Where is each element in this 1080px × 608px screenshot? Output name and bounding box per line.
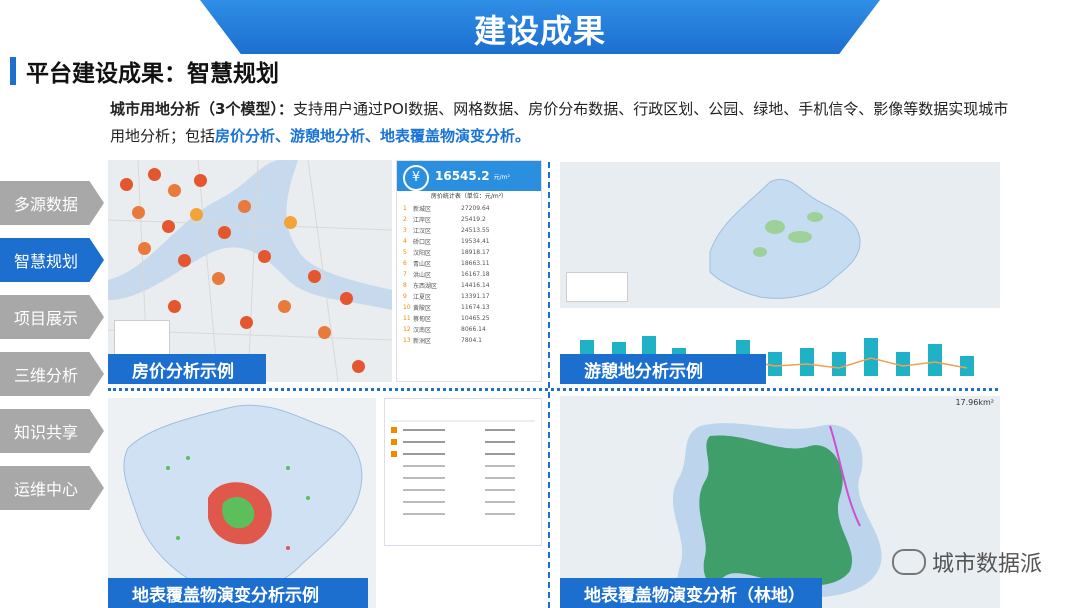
price-dot	[308, 270, 321, 283]
price-dot	[318, 326, 331, 339]
section-accent-bar	[10, 57, 16, 85]
sidebar-item-3d-analysis[interactable]: 三维分析	[0, 352, 104, 396]
table-row: 9 江夏区 13391.17	[403, 293, 490, 301]
table-row: 7 洪山区 16167.18	[403, 271, 490, 279]
sidebar-item-ops-center[interactable]: 运维中心	[0, 466, 104, 510]
sidebar-item-smart-planning[interactable]: 智慧规划	[0, 238, 104, 282]
header-banner: 建设成果	[200, 0, 880, 54]
forest-area-value: 17.96km²	[955, 398, 994, 407]
divider-vertical	[548, 162, 550, 608]
table-row: 10 黄陂区 11674.13	[403, 304, 490, 312]
table-row: 5 汉阳区 18918.17	[403, 249, 490, 257]
landcover-map	[123, 404, 363, 593]
price-dot	[162, 220, 175, 233]
sidebar-item-knowledge[interactable]: 知识共享	[0, 409, 104, 453]
price-dot	[138, 242, 151, 255]
table-row: 6 青山区 18663.11	[403, 260, 490, 268]
price-table: ¥ 16545.2 元/m² 房价统计表（单位：元/m²） 1 新城区 27209.…	[396, 160, 542, 382]
yen-icon: ¥	[403, 165, 429, 191]
watermark-text: 城市数据派	[931, 552, 1042, 577]
sidebar-item-multisource[interactable]: 多源数据	[0, 181, 104, 225]
price-map-panel[interactable]	[108, 160, 392, 382]
table-row: 3 江汉区 24513.55	[403, 227, 490, 235]
table-row: 4 硚口区 19534.41	[403, 238, 490, 246]
table-row: 2 江岸区 25419.2	[403, 216, 486, 224]
page-title: 建设成果	[473, 12, 606, 50]
price-dot	[278, 300, 291, 313]
wechat-icon	[891, 549, 926, 575]
price-value: 16545.2	[435, 169, 490, 183]
description-lead: 城市用地分析（3个模型）：	[110, 100, 293, 118]
map-legend	[566, 272, 628, 302]
description: 城市用地分析（3个模型）：支持用户通过POI数据、网格数据、房价分布数据、行政区…	[110, 96, 1010, 150]
price-analysis-caption: 房价分析示例	[108, 354, 266, 384]
table-row: 1 新城区 27209.64	[403, 205, 490, 213]
forest-analysis-caption: 地表覆盖物演变分析（林地）	[560, 578, 822, 608]
price-dot	[238, 200, 251, 213]
price-dot	[168, 300, 181, 313]
price-dot	[340, 292, 353, 305]
table-row: 13 新洲区 7804.1	[403, 337, 482, 345]
price-dot	[258, 250, 271, 263]
price-dot	[194, 174, 207, 187]
price-dot	[284, 216, 297, 229]
landcover-table-rows	[391, 420, 535, 515]
price-unit: 元/m²	[493, 173, 510, 181]
sidebar-item-projects[interactable]: 项目展示	[0, 295, 104, 339]
price-dot	[190, 208, 203, 221]
table-row: 12 汉南区 8066.14	[403, 326, 486, 334]
landcover-map-panel[interactable]	[108, 398, 376, 608]
price-dot	[148, 168, 161, 181]
watermark: 城市数据派	[891, 546, 1042, 578]
divider-horizontal	[108, 388, 998, 391]
price-dot	[240, 316, 253, 329]
price-dot	[212, 272, 225, 285]
price-dot	[178, 254, 191, 267]
price-dot	[352, 360, 365, 373]
price-dot	[120, 178, 133, 191]
recreation-analysis-caption: 游憩地分析示例	[560, 354, 766, 384]
section-title: 平台建设成果：智慧规划	[26, 61, 279, 87]
price-table-title: 房价统计表（单位：元/m²）	[430, 193, 508, 200]
table-row: 11 蔡甸区 10465.25	[403, 315, 490, 323]
recreation-map-panel[interactable]	[560, 162, 1000, 308]
price-dot	[218, 226, 231, 239]
description-highlight: 房价分析、游憩地分析、地表覆盖物演变分析。	[215, 127, 531, 145]
price-dot	[168, 184, 181, 197]
table-row: 8 东西湖区 14416.14	[403, 282, 490, 290]
price-table-header: ¥ 16545.2 元/m²	[397, 161, 541, 191]
price-dot	[132, 206, 145, 219]
landcover-analysis-caption: 地表覆盖物演变分析示例	[108, 578, 368, 608]
landcover-table	[384, 398, 542, 546]
section-heading: 平台建设成果：智慧规划	[10, 56, 279, 87]
